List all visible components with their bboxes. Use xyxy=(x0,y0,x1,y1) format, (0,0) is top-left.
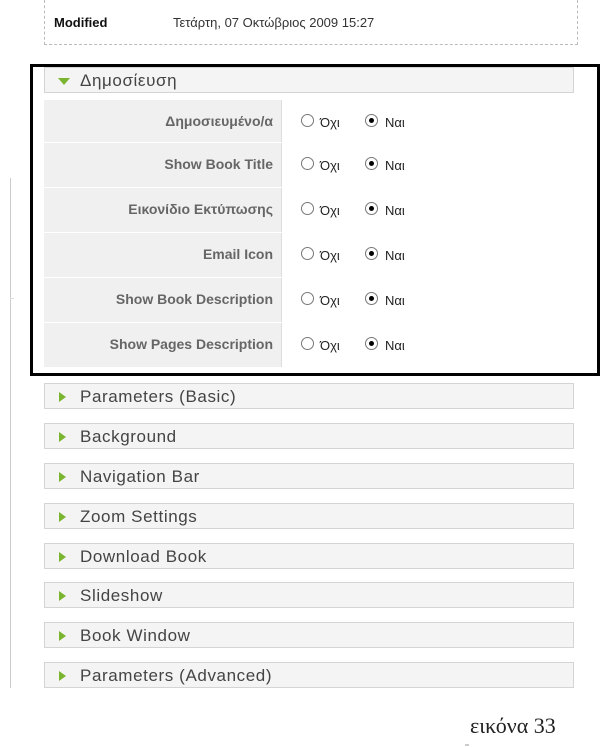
triangle-right-icon xyxy=(59,671,66,681)
panel-title: Zoom Settings xyxy=(80,507,198,526)
scan-speck xyxy=(465,744,469,746)
left-border-line xyxy=(10,178,11,688)
triangle-right-icon xyxy=(59,631,66,641)
panel-slideshow[interactable]: Slideshow xyxy=(44,582,574,608)
panel-zoom-settings[interactable]: Zoom Settings xyxy=(44,503,574,529)
panel-title: Slideshow xyxy=(80,586,163,605)
panel-title: Background xyxy=(80,427,177,446)
triangle-right-icon xyxy=(59,591,66,601)
panel-book-window[interactable]: Book Window xyxy=(44,622,574,648)
modified-date: Τετάρτη, 07 Οκτώβριος 2009 15:27 xyxy=(173,15,375,30)
panel-title: Download Book xyxy=(80,547,207,566)
modified-info-box: Modified Τετάρτη, 07 Οκτώβριος 2009 15:2… xyxy=(44,0,578,45)
triangle-right-icon xyxy=(59,552,66,562)
triangle-right-icon xyxy=(59,432,66,442)
highlight-frame xyxy=(30,64,600,376)
modified-label: Modified xyxy=(54,15,108,30)
panel-parameters-advanced[interactable]: Parameters (Advanced) xyxy=(44,662,574,688)
triangle-right-icon xyxy=(59,392,66,402)
left-divider-tick xyxy=(10,298,14,299)
panel-title: Navigation Bar xyxy=(80,467,200,486)
figure-caption: εικόνα 33 xyxy=(470,713,556,738)
triangle-right-icon xyxy=(59,512,66,522)
panel-title: Parameters (Advanced) xyxy=(80,666,273,685)
panel-title: Book Window xyxy=(80,626,191,645)
panel-download-book[interactable]: Download Book xyxy=(44,543,574,569)
triangle-right-icon xyxy=(59,472,66,482)
panel-background[interactable]: Background xyxy=(44,423,574,449)
panel-parameters-basic[interactable]: Parameters (Basic) xyxy=(44,383,574,409)
panel-navigation-bar[interactable]: Navigation Bar xyxy=(44,463,574,489)
panel-title: Parameters (Basic) xyxy=(80,387,237,406)
